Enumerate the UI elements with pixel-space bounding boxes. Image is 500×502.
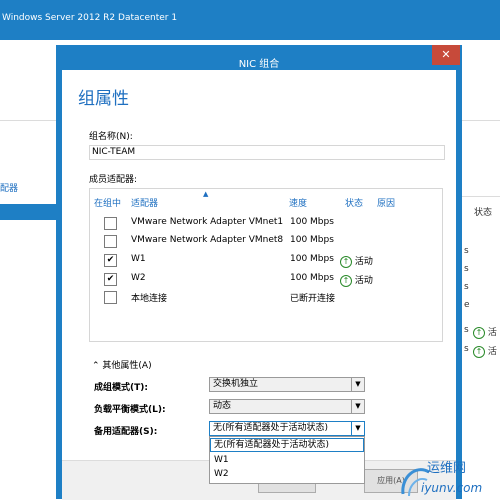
column-header-reason[interactable]: 原因 — [377, 196, 395, 209]
background-status-text: 活 — [487, 328, 497, 338]
arrow-up-icon: ↑ — [473, 326, 485, 339]
team-name-label: 组名称(N): — [89, 132, 133, 142]
standby-adapter-label: 备用适配器(S): — [94, 427, 158, 437]
team-name-field[interactable]: NIC-TEAM — [89, 145, 445, 160]
arrow-up-icon: ↑ — [473, 345, 485, 358]
watermark-line2: iyunv.com — [421, 481, 482, 495]
adapter-speed: 已断开连接 — [290, 294, 336, 304]
background-fragment: s — [464, 246, 469, 256]
adapter-row[interactable]: VMware Network Adapter VMnet8 100 Mbps — [90, 233, 442, 251]
background-status-item: ↑ 活 — [473, 344, 497, 358]
adapter-name: 本地连接 — [131, 294, 168, 304]
adapter-row[interactable]: VMware Network Adapter VMnet1 100 Mbps — [90, 215, 442, 233]
background-fragment: s — [464, 325, 469, 335]
background-selected-row[interactable] — [0, 204, 56, 220]
background-window-title: Windows Server 2012 R2 Datacenter 1 — [2, 13, 178, 23]
column-header-adapter[interactable]: 适配器 — [131, 196, 158, 209]
dropdown-option[interactable]: W2 — [210, 467, 364, 481]
in-team-checkbox[interactable] — [104, 291, 117, 304]
load-balancing-mode-value: 动态 — [213, 401, 232, 411]
adapter-speed: 100 Mbps — [290, 235, 334, 245]
teaming-mode-value: 交换机独立 — [213, 379, 259, 389]
background-fragment: s — [464, 264, 469, 274]
other-properties-toggle[interactable]: ⌃ 其他属性(A) — [92, 358, 152, 371]
arrow-up-icon: ↑ — [340, 255, 352, 268]
adapter-status-text: 活动 — [354, 257, 373, 267]
adapter-row[interactable]: ✔ W2 100 Mbps ↑ 活动 — [90, 271, 442, 289]
adapter-name: W1 — [131, 254, 146, 264]
watermark-line1: 运维网 — [427, 461, 466, 476]
teaming-mode-label: 成组模式(T): — [94, 383, 148, 393]
teaming-mode-select[interactable]: 交换机独立 ▼ — [209, 377, 365, 392]
in-team-checkbox[interactable]: ✔ — [104, 254, 117, 267]
column-header-in-team[interactable]: 在组中 — [94, 196, 121, 209]
page-title: 组属性 — [78, 89, 129, 109]
background-status-item: ↑ 活 — [473, 325, 497, 339]
standby-adapter-value: 无(所有适配器处于活动状态) — [213, 423, 329, 433]
standby-adapter-dropdown[interactable]: 无(所有适配器处于活动状态) W1 W2 — [209, 436, 365, 484]
background-header-divider — [462, 196, 500, 197]
adapter-status: ↑ 活动 — [340, 273, 373, 287]
sort-ascending-icon: ▲ — [203, 190, 209, 198]
chevron-down-icon: ▼ — [351, 400, 364, 413]
members-label: 成员适配器: — [89, 175, 138, 185]
load-balancing-mode-label: 负载平衡模式(L): — [94, 405, 166, 415]
adapter-speed: 100 Mbps — [290, 254, 334, 264]
adapter-status-text: 活动 — [354, 276, 373, 286]
chevron-down-icon: ▼ — [351, 422, 364, 435]
checkmark-icon: ✔ — [106, 274, 115, 284]
load-balancing-mode-select[interactable]: 动态 ▼ — [209, 399, 365, 414]
adapter-name: VMware Network Adapter VMnet8 — [131, 235, 284, 245]
other-properties-label: 其他属性(A) — [102, 361, 152, 371]
adapter-row[interactable]: 本地连接 已断开连接 — [90, 289, 442, 307]
adapter-status: ↑ 活动 — [340, 254, 373, 268]
dialog-title: NIC 组合 — [238, 59, 280, 70]
column-header-status[interactable]: 状态 — [345, 196, 363, 209]
adapter-row[interactable]: ✔ W1 100 Mbps ↑ 活动 — [90, 252, 442, 270]
background-status-header: 状态 — [474, 208, 493, 218]
chevron-down-icon: ▼ — [351, 378, 364, 391]
background-fragment: s — [464, 282, 469, 292]
chevron-up-icon: ⌃ — [92, 361, 100, 371]
checkmark-icon: ✔ — [106, 255, 115, 265]
standby-adapter-select[interactable]: 无(所有适配器处于活动状态) ▼ — [209, 421, 365, 436]
adapter-speed: 100 Mbps — [290, 273, 334, 283]
background-status-text: 活 — [487, 347, 497, 357]
dropdown-option[interactable]: W1 — [210, 453, 364, 467]
dropdown-option[interactable]: 无(所有适配器处于活动状态) — [210, 438, 364, 452]
arrow-up-icon: ↑ — [340, 274, 352, 287]
in-team-checkbox[interactable] — [104, 235, 117, 248]
adapter-speed: 100 Mbps — [290, 217, 334, 227]
adapter-name: W2 — [131, 273, 146, 283]
background-fragment: s — [464, 344, 469, 354]
column-header-speed[interactable]: 速度 — [289, 196, 307, 209]
in-team-checkbox[interactable] — [104, 217, 117, 230]
watermark-logo: 运维网 iyunv.com — [395, 450, 500, 499]
adapter-name: VMware Network Adapter VMnet1 — [131, 217, 284, 227]
close-button[interactable]: ✕ — [432, 45, 460, 65]
background-fragment: e — [464, 300, 470, 310]
close-icon: ✕ — [441, 48, 451, 61]
adapters-list[interactable]: VMware Network Adapter VMnet1 100 Mbps V… — [89, 188, 443, 342]
in-team-checkbox[interactable]: ✔ — [104, 273, 117, 286]
background-left-tab[interactable]: 配器 — [0, 181, 56, 194]
